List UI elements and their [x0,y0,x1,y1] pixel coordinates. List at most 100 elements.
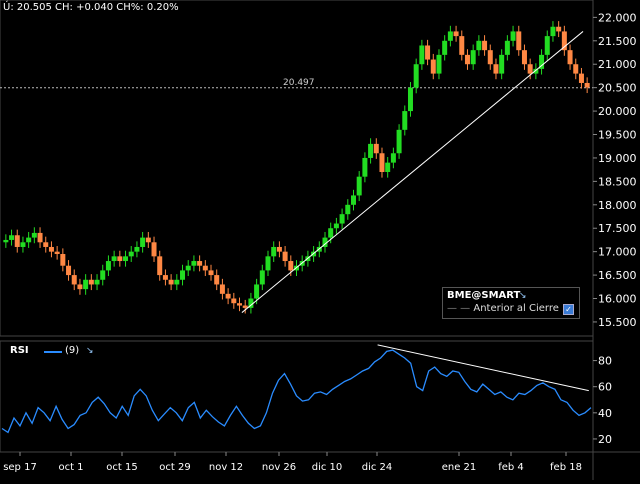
candle-body [83,279,89,290]
candle-body [333,223,339,229]
candle-body [447,31,453,41]
candle-body [482,40,488,51]
candle-body [373,143,379,154]
price-tick-label: 21.000 [598,58,637,71]
candle-body [442,40,448,55]
candle-body [66,265,72,276]
candle-body [43,242,49,247]
x-tick-label: feb 4 [498,462,524,473]
candle-body [48,246,54,252]
candle-body [54,251,60,254]
candle-body [168,279,174,285]
candle-body [390,153,396,163]
candle-body [231,298,237,304]
price-tick-label: 18.500 [598,175,637,188]
candle-body [157,256,163,276]
candle-body [527,64,533,74]
candle-body [436,54,442,74]
candle-body [328,228,334,238]
candle-body [362,157,368,177]
candle-body [265,256,271,271]
instrument-legend[interactable]: BME@SMART ↘ — — Anterior al Cierre ✓ [442,287,580,319]
change-value: CH: +0.040 [55,2,114,13]
chart-svg: 15.500 16.000 16.500 17.000 17.500 18.000 18.5… [0,0,640,480]
x-tick-label: oct 1 [58,462,83,473]
price-tick-label: 19.000 [598,152,637,165]
candle-body [521,50,527,65]
cursor-icon[interactable]: ↘ [519,291,527,301]
candle-body [407,87,413,112]
candle-body [202,265,208,271]
candle-body [77,284,83,290]
candle-body [396,129,402,154]
price-tick-label: 20.500 [598,82,637,95]
x-tick-label: dic 24 [362,462,393,473]
candle-body [20,242,26,247]
candle-body [493,64,499,74]
candle-body [504,40,510,55]
candle-body [254,284,260,299]
candle-body [60,254,66,266]
rsi-tick-label: 80 [598,355,612,368]
rsi-label: RSI [10,345,29,356]
candle-body [425,45,431,60]
legend-item-label: Anterior al Cierre [473,303,559,314]
candle-body [31,232,37,238]
candle-body [356,176,362,196]
candle-body [516,31,522,51]
candle-body [402,111,408,130]
price-tick-label: 22.000 [598,11,637,24]
x-tick-label: feb 18 [550,462,582,473]
candle-body [123,256,129,262]
legend-title: BME@SMART [447,290,521,301]
price-tick-label: 19.500 [598,129,637,142]
candle-body [214,275,220,285]
price-tick-label: 21.500 [598,35,637,48]
previous-close-label: 20.497 [283,78,315,88]
price-tick-label: 17.000 [598,246,637,259]
candle-body [567,50,573,65]
candle-body [288,261,294,271]
candle-body [3,239,9,243]
candle-body [476,40,482,51]
candle-body [145,237,151,243]
candle-body [573,64,579,74]
candle-body [14,235,20,247]
rsi-tick-label: 60 [598,381,612,394]
rsi-cursor-icon[interactable]: ↘ [86,346,94,356]
candle-body [453,31,459,37]
candle-body [499,54,505,74]
candle-body [379,153,385,172]
candle-body [88,279,94,285]
candle-body [111,256,117,262]
candle-body [487,50,493,65]
dash-line-icon: — — [447,303,474,314]
candle-body [464,54,470,65]
candle-body [459,36,465,55]
candle-body [208,270,214,276]
candle-body [105,261,111,271]
price-trendline [241,31,584,313]
x-tick-label: nov 26 [262,462,296,473]
x-tick-label: oct 15 [106,462,137,473]
candle-body [197,261,203,266]
candle-body [134,246,140,252]
candle-body [219,284,225,294]
candle-body [128,251,134,257]
candle-body [510,31,516,41]
candle-body [100,270,106,280]
candle-body [225,293,231,299]
price-tick-label: 18.000 [598,199,637,212]
x-tick-label: dic 10 [312,462,343,473]
rsi-tick-label: 20 [598,433,612,446]
x-tick-label: sep 17 [3,462,37,473]
rsi-series-swatch [44,351,62,353]
candle-body [550,26,556,37]
candle-body [117,256,123,262]
candle-body [282,251,288,262]
candle-body [185,265,191,271]
candle-body [71,275,77,285]
prev-close-checkbox[interactable]: ✓ [563,304,574,315]
candle-body [345,204,351,215]
candle-body [350,195,356,205]
